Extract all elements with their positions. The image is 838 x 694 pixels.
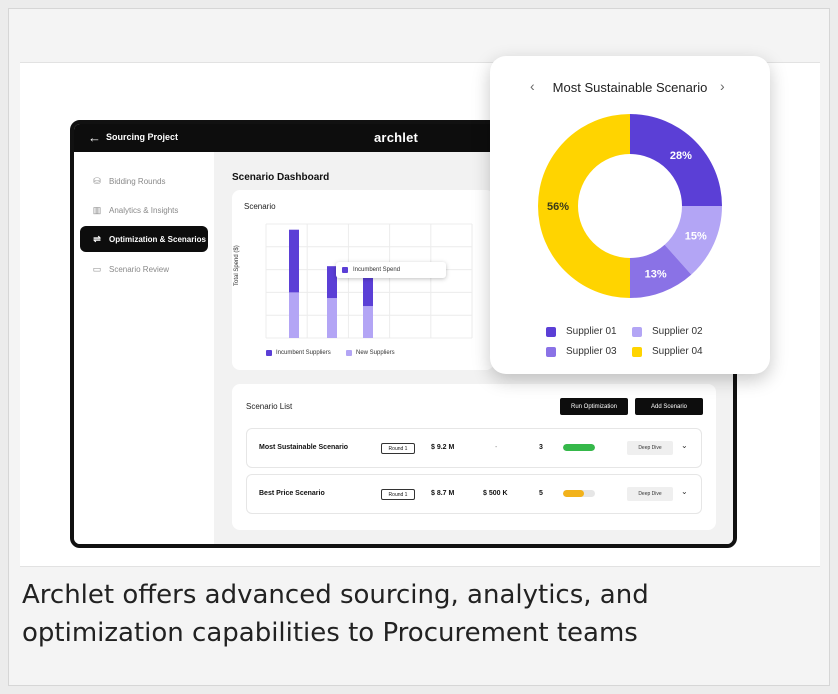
supplier-count: 3	[539, 444, 543, 451]
legend-label: Supplier 03	[566, 346, 617, 357]
sidebar-item-bidding-rounds[interactable]: ⛁ Bidding Rounds	[80, 168, 208, 194]
y-axis-label: Total Spend ($)	[234, 245, 240, 286]
slice-label: 28%	[670, 150, 692, 162]
add-scenario-button[interactable]: Add Scenario	[635, 398, 703, 415]
scenario-name: Best Price Scenario	[259, 490, 325, 497]
tooltip-swatch	[342, 267, 348, 273]
legend-item-supplier-02: Supplier 02	[632, 326, 703, 337]
legend-swatch	[266, 350, 272, 356]
deep-dive-button[interactable]: Deep Dive	[627, 487, 673, 501]
bar-incumbent	[363, 277, 373, 307]
slice-label: 56%	[547, 201, 569, 213]
round-badge: Round 1	[381, 443, 415, 454]
scenario-name: Most Sustainable Scenario	[259, 444, 349, 451]
sustainability-bar	[563, 490, 595, 497]
bar-new	[327, 298, 337, 338]
sustainability-bar	[563, 444, 595, 451]
bar-new	[289, 292, 299, 338]
sidebar-item-label: Optimization & Scenarios	[109, 234, 206, 244]
sidebar-item-label: Bidding Rounds	[109, 176, 166, 186]
sidebar-item-label: Scenario Review	[109, 264, 170, 274]
spend-value: $ 9.2 M	[431, 444, 455, 451]
page-title: Scenario Dashboard	[232, 172, 330, 183]
caption-text: Archlet offers advanced sourcing, analyt…	[22, 580, 649, 648]
list-title: Scenario List	[246, 402, 293, 411]
round-badge: Round 1	[381, 489, 415, 500]
sidebar-item-scenario-review[interactable]: ▭ Scenario Review	[80, 256, 208, 282]
donut-chart: 28% 15% 13% 56%	[538, 114, 722, 298]
document-icon: ▭	[92, 263, 102, 274]
legend-swatch	[546, 346, 556, 357]
bar-fill	[563, 490, 584, 497]
chevron-down-icon[interactable]: ⌄	[681, 487, 688, 496]
chart-tooltip: Incumbent Spend	[336, 262, 446, 278]
bar-fill	[563, 444, 595, 451]
tooltip-label: Incumbent Spend	[353, 267, 401, 273]
legend-swatch	[346, 350, 352, 356]
sidebar-item-optimization[interactable]: ⇌ Optimization & Scenarios	[80, 226, 208, 252]
legend-swatch	[546, 326, 556, 337]
bar-new	[363, 306, 373, 338]
project-title: Sourcing Project	[106, 132, 179, 142]
arrow-left-icon[interactable]: ←	[88, 130, 101, 145]
slice-label: 15%	[685, 230, 707, 242]
legend-label: Supplier 01	[566, 326, 617, 337]
legend-label: New Suppliers	[356, 350, 395, 356]
chevron-right-icon[interactable]: ›	[720, 78, 725, 94]
legend-item-new: New Suppliers	[346, 350, 395, 356]
bar-chart-icon: ▥	[92, 204, 102, 215]
sidebar-item-label: Analytics & Insights	[109, 205, 179, 215]
run-optimization-button[interactable]: Run Optimization	[560, 398, 628, 415]
bar-chart	[265, 223, 473, 339]
table-row[interactable]: Best Price Scenario Round 1 $ 8.7 M $ 50…	[246, 474, 702, 514]
legend-label: Supplier 04	[652, 346, 703, 357]
slice-label: 13%	[645, 268, 667, 280]
chevron-down-icon[interactable]: ⌄	[681, 441, 688, 450]
scenario-popover: 28% 15% 13% 56% ‹ Most Sustainable Scenario…	[490, 56, 770, 374]
scenario-chart-card: Scenario Total Spend ($) Incumbent Spend…	[232, 190, 494, 370]
brand-logo: archlet	[374, 130, 419, 145]
sliders-icon: ⇌	[93, 233, 101, 244]
popover-title: Most Sustainable Scenario	[552, 80, 708, 95]
supplier-count: 5	[539, 490, 543, 497]
spend-value: $ 8.7 M	[431, 490, 455, 497]
legend-swatch	[632, 346, 642, 357]
legend-label: Supplier 02	[652, 326, 703, 337]
table-row[interactable]: Most Sustainable Scenario Round 1 $ 9.2 …	[246, 428, 702, 468]
savings-value: $ 500 K	[483, 490, 508, 497]
sidebar: ⛁ Bidding Rounds ▥ Analytics & Insights …	[74, 152, 214, 544]
savings-value: -	[495, 444, 498, 451]
sidebar-item-analytics[interactable]: ▥ Analytics & Insights	[80, 197, 208, 223]
legend-item-supplier-04: Supplier 04	[632, 346, 703, 357]
legend-item-supplier-01: Supplier 01	[546, 326, 617, 337]
database-icon: ⛁	[93, 175, 101, 186]
legend-item-supplier-03: Supplier 03	[546, 346, 617, 357]
legend-item-incumbent: Incumbent Suppliers	[266, 350, 331, 356]
legend-swatch	[632, 326, 642, 337]
legend-label: Incumbent Suppliers	[276, 350, 331, 356]
bar-incumbent	[289, 229, 299, 293]
deep-dive-button[interactable]: Deep Dive	[627, 441, 673, 455]
scenario-list-card: Scenario List Run Optimization Add Scena…	[232, 384, 716, 530]
